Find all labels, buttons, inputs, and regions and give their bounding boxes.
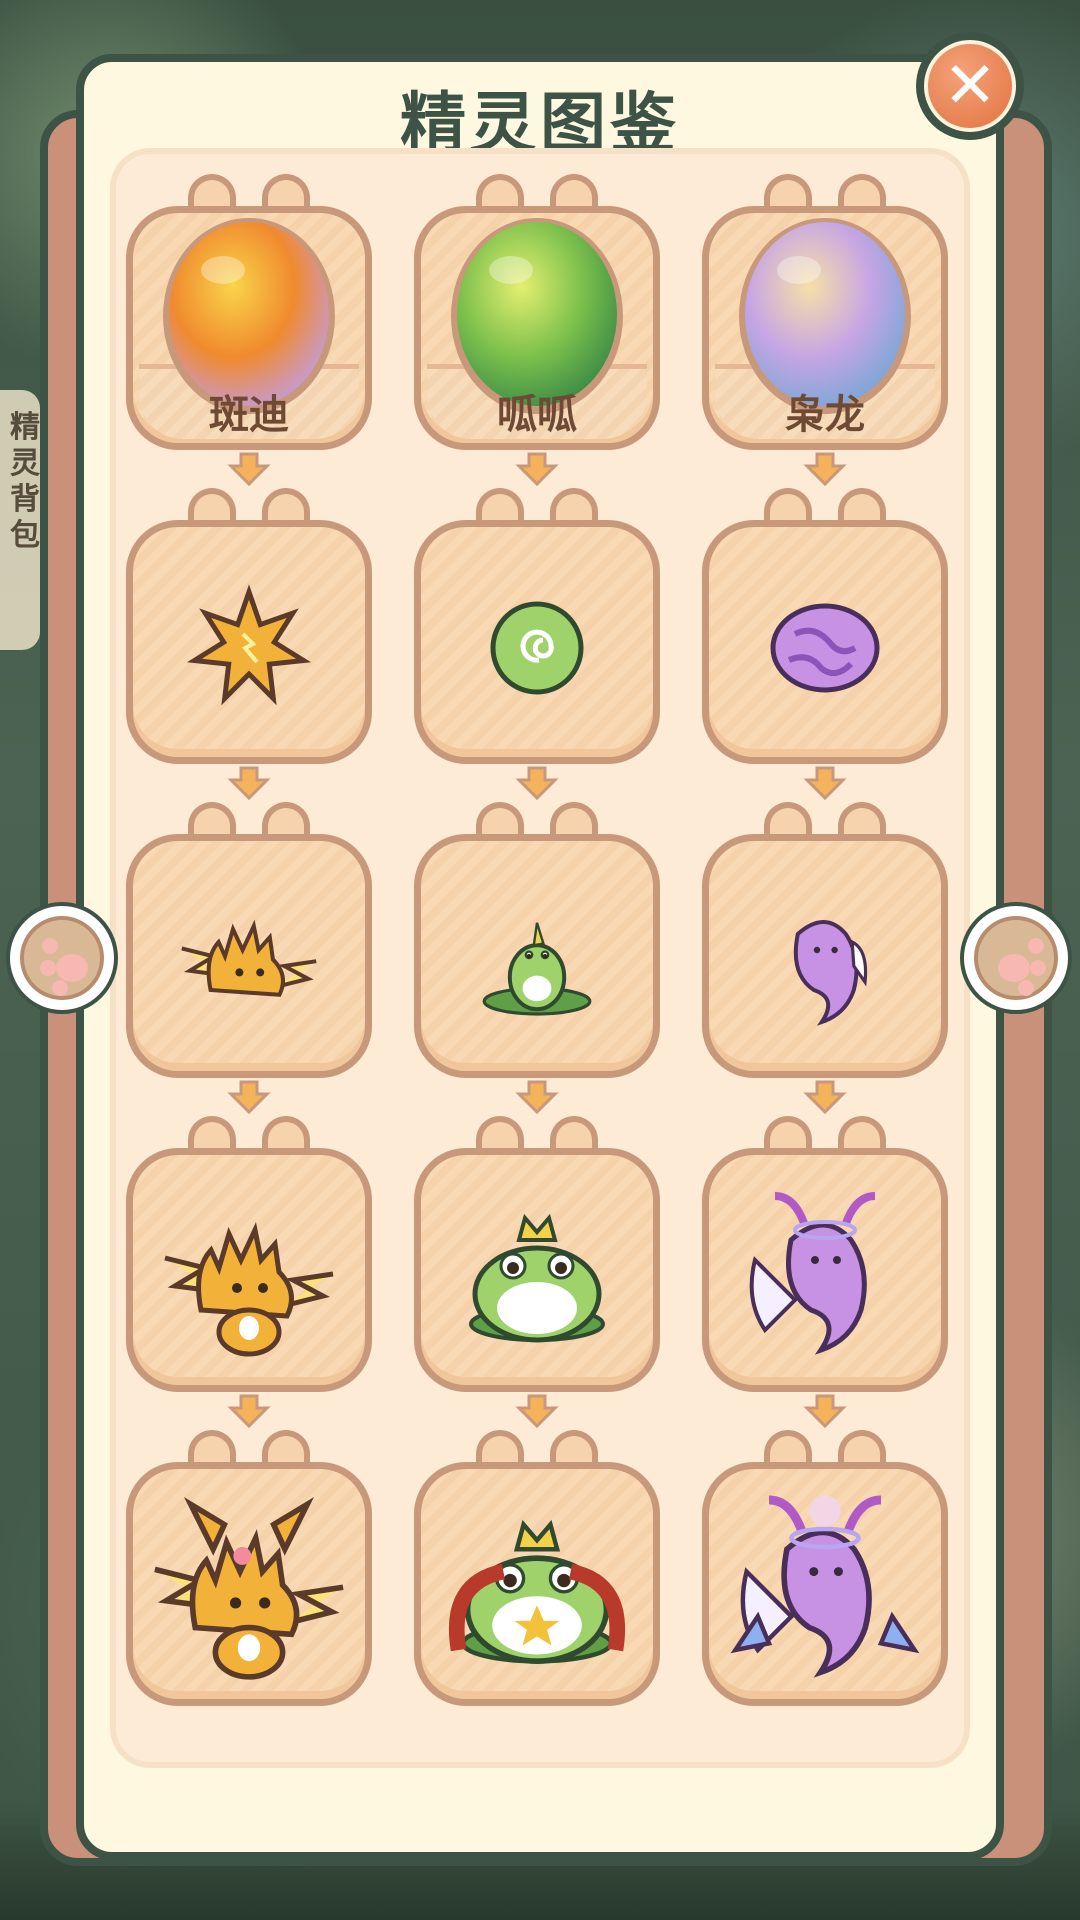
- ghost-sprite-icon: [793, 920, 868, 1026]
- dream-orb-icon: [770, 603, 880, 693]
- fire-fox-icon: [154, 1497, 344, 1680]
- spirit-card-spark-orb[interactable]: [126, 488, 372, 764]
- spirit-card-ghost-sprite[interactable]: [702, 802, 948, 1078]
- down-arrow-icon: [803, 1080, 847, 1114]
- spirit-name-label: 枭龙: [785, 392, 865, 438]
- down-arrow-icon: [227, 1394, 271, 1428]
- spirit-name-label: 呱呱: [497, 392, 577, 438]
- spirit-card-mystic-dragon[interactable]: [702, 1430, 948, 1706]
- sprout-frog-icon: [482, 922, 592, 1016]
- king-frog-icon: [448, 1519, 626, 1665]
- mystic-dragon-icon: [730, 1495, 920, 1678]
- prev-page-button[interactable]: [6, 902, 118, 1014]
- spirit-card-sprout-frog[interactable]: [414, 802, 660, 1078]
- spirit-card-fire-sprite[interactable]: [126, 802, 372, 1078]
- spirit-card-fire-cub[interactable]: [126, 1116, 372, 1392]
- close-icon: ✕: [924, 40, 1016, 132]
- down-arrow-icon: [515, 1394, 559, 1428]
- down-arrow-icon: [227, 452, 271, 486]
- spirit-card-leaf-orb[interactable]: [414, 488, 660, 764]
- down-arrow-icon: [227, 1080, 271, 1114]
- spirit-card-ghost-dragon[interactable]: [702, 1116, 948, 1392]
- down-arrow-icon: [515, 1080, 559, 1114]
- down-arrow-icon: [803, 452, 847, 486]
- down-arrow-icon: [515, 452, 559, 486]
- fire-sprite-icon: [181, 919, 317, 997]
- spirit-card-egg[interactable]: 枭龙: [702, 174, 948, 450]
- spirit-card-egg[interactable]: 呱呱: [414, 174, 660, 450]
- spark-orb-icon: [186, 584, 312, 706]
- next-page-button[interactable]: [960, 902, 1072, 1014]
- down-arrow-icon: [227, 766, 271, 800]
- spirit-card-king-frog[interactable]: [414, 1430, 660, 1706]
- down-arrow-icon: [803, 766, 847, 800]
- spirit-card-dream-orb[interactable]: [702, 488, 948, 764]
- down-arrow-icon: [515, 766, 559, 800]
- spirit-card-egg[interactable]: 斑迪: [126, 174, 372, 450]
- spirit-card-fire-fox[interactable]: [126, 1430, 372, 1706]
- spirit-card-crowned-frog[interactable]: [414, 1116, 660, 1392]
- close-button[interactable]: ✕: [916, 32, 1024, 140]
- down-arrow-icon: [803, 1394, 847, 1428]
- side-tab-backpack[interactable]: 精灵背包: [0, 390, 40, 650]
- ghost-dragon-icon: [749, 1192, 876, 1355]
- paw-right-pads: [998, 938, 1046, 996]
- paw-left-pads: [40, 938, 88, 996]
- spirit-name-label: 斑迪: [209, 392, 289, 438]
- fire-cub-icon: [164, 1222, 334, 1357]
- crowned-frog-icon: [469, 1213, 605, 1343]
- leaf-orb-icon: [490, 601, 584, 695]
- side-tab-label: 精灵背包: [10, 410, 40, 553]
